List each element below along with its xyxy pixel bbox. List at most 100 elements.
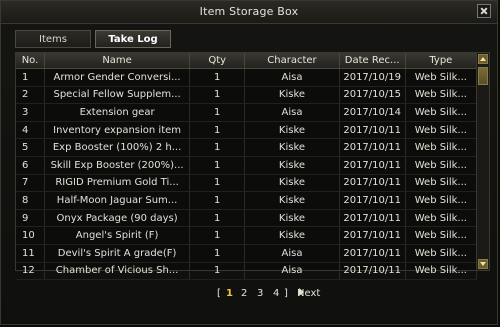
row-no: 8 bbox=[16, 191, 46, 210]
row-name: Special Fellow Supplem... bbox=[44, 86, 191, 105]
table-row[interactable]: 9 Onyx Package (90 days) 1 Kiske 2017/10… bbox=[16, 209, 478, 228]
row-type: Web Silk... bbox=[405, 174, 478, 193]
row-qty: 1 bbox=[189, 86, 246, 105]
chevron-right-icon bbox=[299, 288, 304, 296]
row-qty: 1 bbox=[189, 138, 246, 157]
row-qty: 1 bbox=[189, 244, 246, 263]
row-character: Aisa bbox=[244, 103, 340, 122]
row-qty: 1 bbox=[189, 174, 246, 193]
row-character: Kiske bbox=[244, 174, 340, 193]
scroll-thumb[interactable] bbox=[478, 67, 488, 85]
row-qty: 1 bbox=[189, 191, 246, 210]
table-body: 1 Armor Gender Conversi... 1 Aisa 2017/1… bbox=[16, 68, 478, 281]
row-date: 2017/10/11 bbox=[339, 138, 406, 157]
row-name: Onyx Package (90 days) bbox=[44, 209, 191, 228]
row-date: 2017/10/11 bbox=[339, 226, 406, 245]
row-name: Armor Gender Conversi... bbox=[44, 68, 191, 87]
row-no: 5 bbox=[16, 138, 46, 157]
row-name: Exp Booster (100%) 2 h... bbox=[44, 138, 191, 157]
row-type: Web Silk... bbox=[405, 244, 478, 263]
header-type: Type bbox=[405, 53, 478, 69]
page-2-link[interactable]: 2 bbox=[241, 288, 247, 299]
table-row[interactable]: 10 Angel's Spirit (F) 1 Kiske 2017/10/11… bbox=[16, 226, 478, 245]
row-name: Inventory expansion item bbox=[44, 121, 191, 140]
row-no: 7 bbox=[16, 174, 46, 193]
page-4-link[interactable]: 4 bbox=[273, 288, 279, 299]
row-no: 12 bbox=[16, 262, 46, 281]
row-qty: 1 bbox=[189, 209, 246, 228]
header-name: Name bbox=[44, 53, 191, 69]
row-no: 10 bbox=[16, 226, 46, 245]
header-qty: Qty bbox=[189, 53, 246, 69]
take-log-table-container: No. Name Qty Character Date Rec... Type … bbox=[15, 52, 490, 281]
table-row[interactable]: 6 Skill Exp Booster (200%)... 1 Kiske 20… bbox=[16, 156, 478, 175]
row-character: Kiske bbox=[244, 209, 340, 228]
table-header: No. Name Qty Character Date Rec... Type bbox=[16, 53, 478, 69]
table-row[interactable]: 2 Special Fellow Supplem... 1 Kiske 2017… bbox=[16, 86, 478, 105]
row-type: Web Silk... bbox=[405, 103, 478, 122]
row-qty: 1 bbox=[189, 226, 246, 245]
page-1-link[interactable]: 1 bbox=[226, 288, 233, 299]
row-type: Web Silk... bbox=[405, 191, 478, 210]
window-title: Item Storage Box bbox=[199, 5, 299, 18]
row-date: 2017/10/11 bbox=[339, 156, 406, 175]
row-no: 4 bbox=[16, 121, 46, 140]
row-type: Web Silk... bbox=[405, 156, 478, 175]
pagination-close-bracket: ] bbox=[284, 288, 288, 299]
row-character: Kiske bbox=[244, 138, 340, 157]
row-no: 3 bbox=[16, 103, 46, 122]
row-character: Kiske bbox=[244, 191, 340, 210]
row-type: Web Silk... bbox=[405, 86, 478, 105]
table-row[interactable]: 11 Devil's Spirit A grade(F) 1 Aisa 2017… bbox=[16, 244, 478, 263]
close-icon[interactable] bbox=[477, 4, 491, 18]
take-log-table: No. Name Qty Character Date Rec... Type … bbox=[16, 53, 478, 281]
table-row[interactable]: 12 Chamber of Vicious Sh... 1 Aisa 2017/… bbox=[16, 262, 478, 281]
row-character: Aisa bbox=[244, 68, 340, 87]
tab-items[interactable]: Items bbox=[15, 30, 91, 48]
row-name: Angel's Spirit (F) bbox=[44, 226, 191, 245]
row-date: 2017/10/11 bbox=[339, 209, 406, 228]
row-no: 2 bbox=[16, 86, 46, 105]
row-qty: 1 bbox=[189, 68, 246, 87]
row-name: Half-Moon Jaguar Sum... bbox=[44, 191, 191, 210]
header-no: No. bbox=[16, 53, 46, 69]
title-bar: Item Storage Box bbox=[1, 1, 497, 24]
row-character: Kiske bbox=[244, 121, 340, 140]
scroll-down-icon[interactable] bbox=[478, 259, 488, 269]
row-date: 2017/10/14 bbox=[339, 103, 406, 122]
row-no: 6 bbox=[16, 156, 46, 175]
row-no: 11 bbox=[16, 244, 46, 263]
vertical-scrollbar[interactable] bbox=[476, 53, 489, 270]
pagination: [ 1 2 3 4 ] Next bbox=[1, 288, 500, 302]
row-date: 2017/10/11 bbox=[339, 244, 406, 263]
row-character: Kiske bbox=[244, 86, 340, 105]
page-3-link[interactable]: 3 bbox=[257, 288, 263, 299]
row-qty: 1 bbox=[189, 121, 246, 140]
row-type: Web Silk... bbox=[405, 262, 478, 281]
row-name: Devil's Spirit A grade(F) bbox=[44, 244, 191, 263]
row-date: 2017/10/11 bbox=[339, 262, 406, 281]
row-name: Skill Exp Booster (200%)... bbox=[44, 156, 191, 175]
row-character: Aisa bbox=[244, 244, 340, 263]
row-no: 1 bbox=[16, 68, 46, 87]
tab-take-log[interactable]: Take Log bbox=[95, 30, 171, 48]
row-date: 2017/10/11 bbox=[339, 174, 406, 193]
table-row[interactable]: 8 Half-Moon Jaguar Sum... 1 Kiske 2017/1… bbox=[16, 191, 478, 210]
row-name: RIGID Premium Gold Ti... bbox=[44, 174, 191, 193]
table-row[interactable]: 4 Inventory expansion item 1 Kiske 2017/… bbox=[16, 121, 478, 140]
table-row[interactable]: 1 Armor Gender Conversi... 1 Aisa 2017/1… bbox=[16, 68, 478, 87]
table-row[interactable]: 5 Exp Booster (100%) 2 h... 1 Kiske 2017… bbox=[16, 138, 478, 157]
row-type: Web Silk... bbox=[405, 209, 478, 228]
row-date: 2017/10/19 bbox=[339, 68, 406, 87]
row-type: Web Silk... bbox=[405, 138, 478, 157]
table-row[interactable]: 7 RIGID Premium Gold Ti... 1 Kiske 2017/… bbox=[16, 174, 478, 193]
row-date: 2017/10/11 bbox=[339, 121, 406, 140]
pagination-open-bracket: [ bbox=[217, 288, 221, 299]
row-type: Web Silk... bbox=[405, 121, 478, 140]
table-row[interactable]: 3 Extension gear 1 Aisa 2017/10/14 Web S… bbox=[16, 103, 478, 122]
row-qty: 1 bbox=[189, 156, 246, 175]
row-date: 2017/10/11 bbox=[339, 191, 406, 210]
scroll-up-icon[interactable] bbox=[478, 54, 488, 64]
row-character: Kiske bbox=[244, 156, 340, 175]
item-storage-window: Item Storage Box Items Take Log No. Name… bbox=[0, 0, 498, 325]
